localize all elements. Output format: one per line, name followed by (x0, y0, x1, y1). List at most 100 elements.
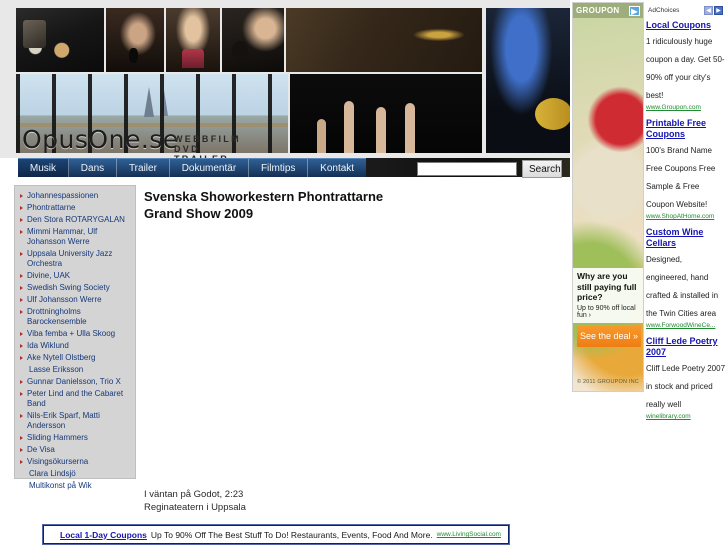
header-photo-guitarists (16, 8, 104, 72)
bullet-icon (20, 218, 23, 222)
sidebar-item-nils-erik-sparf[interactable]: Nils-Erik Sparf, Matti Andersson (15, 410, 135, 432)
bullet-icon (20, 448, 23, 452)
bullet-icon (20, 230, 23, 234)
page-title: Svenska Showorkestern Phontrattarne Gran… (144, 188, 554, 222)
bullet-icon (20, 286, 23, 290)
sidebar-item-ulf-johansson-werre[interactable]: Ulf Johansson Werre (15, 294, 135, 306)
sidebar-item-de-visa[interactable]: De Visa (15, 444, 135, 456)
text-ad-title[interactable]: Local Coupons (646, 20, 726, 31)
sidebar-item-swedish-swing-society[interactable]: Swedish Swing Society (15, 282, 135, 294)
video-caption-title: I väntan på Godot, 2:23 (144, 489, 244, 500)
sidebar-item-multikonst-pa-wik[interactable]: Multikonst på Wik (15, 480, 135, 492)
header-photo-trombonist (222, 8, 284, 72)
bottom-banner-ad-inner: Local 1-Day Coupons Up To 90% Off The Be… (44, 526, 508, 543)
header-photo-singer-red (166, 8, 220, 72)
sidebar-item-ida-wiklund[interactable]: Ida Wiklund (15, 340, 135, 352)
page-title-line-2: Grand Show 2009 (144, 206, 254, 221)
video-caption-venue: Reginateatern i Uppsala (144, 502, 246, 513)
sidebar-item-viba-femba[interactable]: Viba femba + Ulla Skoog (15, 328, 135, 340)
sidebar-item-label: Peter Lind and the Cabaret Band (27, 389, 124, 408)
nav-item-dokumentar[interactable]: Dokumentär (170, 159, 250, 177)
text-ad-url[interactable]: www.Groupon.com (646, 104, 726, 111)
groupon-image-ad[interactable]: GROUPON ▶ Why are you still paying full … (572, 2, 644, 392)
sidebar-item-rotarygalan[interactable]: Den Stora ROTARYGALAN (15, 214, 135, 226)
sidebar-item-label: Sliding Hammers (27, 433, 88, 442)
search-input[interactable] (417, 162, 517, 176)
video-player-area[interactable] (144, 232, 554, 484)
bullet-icon (20, 392, 23, 396)
text-ad-cliff-lede-poetry[interactable]: Cliff Lede Poetry 2007 Cliff Lede Poetry… (646, 336, 726, 420)
bullet-icon (20, 460, 23, 464)
sidebar-item-label: Johannespassionen (27, 191, 99, 200)
text-ad-title[interactable]: Custom Wine Cellars (646, 227, 726, 249)
sidebar-item-label: Viba femba + Ulla Skoog (27, 329, 116, 338)
sidebar-item-sliding-hammers[interactable]: Sliding Hammers (15, 432, 135, 444)
bullet-icon (20, 252, 23, 256)
sidebar-item-uppsala-jazz-orchestra[interactable]: Uppsala University Jazz Orchestra (15, 248, 135, 270)
ad-next-icon[interactable]: ▶ (714, 6, 723, 15)
ad-carousel-controls: ◀ ▶ (704, 6, 723, 15)
text-ad-local-coupons[interactable]: Local Coupons 1 ridiculously huge coupon… (646, 20, 726, 111)
bottom-banner-ad[interactable]: Local 1-Day Coupons Up To 90% Off The Be… (42, 524, 510, 545)
sidebar-item-clara-lindsjo[interactable]: Clara Lindsjö (15, 468, 135, 480)
bottom-ad-url[interactable]: www.LivingSocial.com (437, 531, 501, 538)
nav-item-musik[interactable]: Musik (18, 159, 69, 177)
site-column: OpusOne.se WEBBFILM DVD TRAILER Musik Da… (0, 0, 570, 545)
logo-text: OpusOne.se (22, 125, 179, 154)
dancer-figure (343, 101, 354, 153)
groupon-legal-text: © 2011 GROUPON INC (577, 379, 639, 385)
nav-item-kontakt[interactable]: Kontakt (308, 159, 366, 177)
bullet-icon (20, 298, 23, 302)
groupon-copy-block: Why are you still paying full price? Up … (573, 268, 643, 323)
sidebar-item-mimmi-hammar[interactable]: Mimmi Hammar, Ulf Johansson Werre (15, 226, 135, 248)
sidebar-item-label: Divine, UAK (27, 271, 71, 280)
adchoices-label[interactable]: AdChoices (648, 7, 679, 14)
search-button[interactable]: Search (522, 160, 562, 178)
sidebar-item-label: Nils-Erik Sparf, Matti Andersson (27, 411, 100, 430)
text-ad-custom-wine-cellars[interactable]: Custom Wine Cellars Designed, engineered… (646, 227, 726, 329)
nav-item-filmtips[interactable]: Filmtips (249, 159, 309, 177)
sidebar-item-label: Lasse Eriksson (29, 365, 84, 374)
dancer-figure (405, 103, 416, 153)
groupon-see-the-deal-button[interactable]: See the deal » (577, 325, 641, 347)
header-photo-singer-mic (106, 8, 164, 72)
sidebar-item-label: Mimmi Hammar, Ulf Johansson Werre (27, 227, 98, 246)
sidebar-item-label: Multikonst på Wik (29, 481, 92, 490)
groupon-brand-bar: GROUPON ▶ (573, 3, 643, 18)
bullet-icon (20, 380, 23, 384)
sidebar-item-label: Clara Lindsjö (29, 469, 76, 478)
sidebar-item-gunnar-danielsson[interactable]: Gunnar Danielsson, Trio X (15, 376, 135, 388)
sidebar-item-ake-nytell-olstberg[interactable]: Ake Nytell Olstberg (15, 352, 135, 364)
groupon-expand-icon[interactable]: ▶ (629, 5, 640, 16)
site-logo[interactable]: OpusOne.se WEBBFILM DVD TRAILER (22, 125, 239, 165)
sidebar-item-label: Gunnar Danielsson, Trio X (27, 377, 121, 386)
video-caption: I väntan på Godot, 2:23 Reginateatern i … (144, 488, 246, 514)
sidebar-item-phontrattarne[interactable]: Phontrattarne (15, 202, 135, 214)
dancer-figure (316, 119, 326, 153)
bottom-ad-link[interactable]: Local 1-Day Coupons (60, 530, 147, 540)
page-root: OpusOne.se WEBBFILM DVD TRAILER Musik Da… (0, 0, 727, 545)
dancer-figure (376, 107, 387, 153)
text-ad-title[interactable]: Cliff Lede Poetry 2007 (646, 336, 726, 358)
sidebar-item-peter-lind[interactable]: Peter Lind and the Cabaret Band (15, 388, 135, 410)
bullet-icon (20, 206, 23, 210)
text-ad-url[interactable]: www.ForwoodWineCe... (646, 322, 726, 329)
main-navigation: Musik Dans Trailer Dokumentär Filmtips K… (18, 158, 366, 177)
sidebar-item-lasse-eriksson[interactable]: Lasse Eriksson (15, 364, 135, 376)
sidebar-item-divine-uak[interactable]: Divine, UAK (15, 270, 135, 282)
sidebar-production-list: Johannespassionen Phontrattarne Den Stor… (14, 185, 136, 490)
sidebar-item-visingsokurserna[interactable]: Visingsökurserna (15, 456, 135, 468)
nav-item-dans[interactable]: Dans (69, 159, 118, 177)
sidebar-item-label: Den Stora ROTARYGALAN (27, 215, 125, 224)
text-ad-url[interactable]: winelibrary.com (646, 413, 726, 420)
text-ad-printable-free-coupons[interactable]: Printable Free Coupons 100's Brand Name … (646, 118, 726, 220)
text-ad-url[interactable]: www.ShopAtHome.com (646, 213, 726, 220)
sidebar-item-drottningholms-barockensemble[interactable]: Drottningholms Barockensemble (15, 306, 135, 328)
text-ad-description: Cliff Lede Poetry 2007 in stock and pric… (646, 364, 726, 409)
bullet-icon (20, 194, 23, 198)
nav-item-trailer[interactable]: Trailer (117, 159, 170, 177)
sidebar-item-johannespassionen[interactable]: Johannespassionen (15, 190, 135, 202)
text-ad-title[interactable]: Printable Free Coupons (646, 118, 726, 140)
ad-prev-icon[interactable]: ◀ (704, 6, 713, 15)
sidebar-item-label: Uppsala University Jazz Orchestra (27, 249, 113, 268)
